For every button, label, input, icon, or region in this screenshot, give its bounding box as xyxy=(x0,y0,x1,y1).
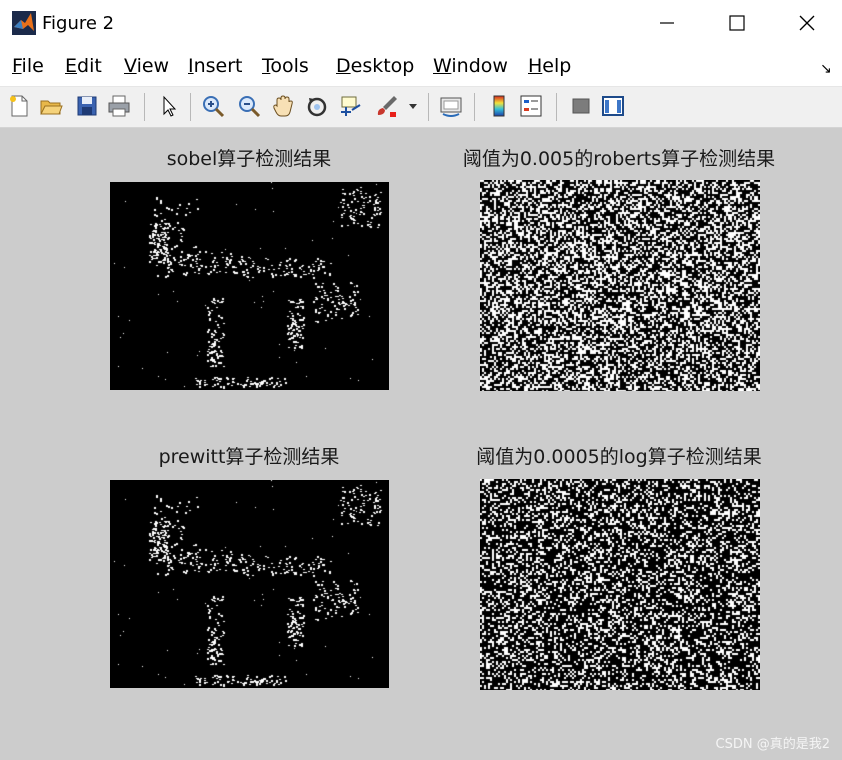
toolbar-separator xyxy=(144,93,145,121)
figure-canvas: sobel算子检测结果 阈值为0.005的roberts算子检测结果 prewi… xyxy=(0,128,842,760)
dock-arrow-icon[interactable]: ↘ xyxy=(820,60,832,77)
pan-icon[interactable] xyxy=(270,93,296,119)
menu-window[interactable]: Window xyxy=(433,55,508,77)
menu-help[interactable]: Help xyxy=(528,55,571,77)
toolbar-separator xyxy=(190,93,191,121)
title-bar: Figure 2 xyxy=(0,0,842,46)
menu-insert[interactable]: Insert xyxy=(188,55,243,77)
csdn-watermark: CSDN @真的是我2 xyxy=(715,737,830,752)
matlab-logo-icon xyxy=(12,11,36,35)
menu-desktop[interactable]: Desktop xyxy=(336,55,414,77)
menu-edit[interactable]: Edit xyxy=(65,55,102,77)
brush-icon[interactable] xyxy=(374,93,400,119)
menu-bar: File Edit View Insert Tools Desktop Wind… xyxy=(0,46,842,87)
save-icon[interactable] xyxy=(74,93,100,119)
subplot-title-prewitt: prewitt算子检测结果 xyxy=(158,446,340,468)
subplot-image-prewitt[interactable] xyxy=(110,480,389,688)
subplot-title-log: 阈值为0.0005的log算子检测结果 xyxy=(476,446,762,468)
minimize-button[interactable] xyxy=(632,0,702,46)
link-plot-icon[interactable] xyxy=(438,93,464,119)
hide-plot-tools-icon[interactable] xyxy=(568,93,594,119)
zoom-out-icon[interactable] xyxy=(236,93,262,119)
data-cursor-icon[interactable] xyxy=(338,93,364,119)
minimize-icon xyxy=(660,22,674,24)
menu-file[interactable]: File xyxy=(12,55,44,77)
toolbar-separator xyxy=(428,93,429,121)
toolbar-separator xyxy=(556,93,557,121)
brush-dropdown-icon[interactable] xyxy=(408,103,418,111)
window-title: Figure 2 xyxy=(42,13,115,34)
show-plot-tools-icon[interactable] xyxy=(600,93,626,119)
maximize-icon xyxy=(729,15,745,31)
close-icon xyxy=(799,15,815,31)
open-file-icon[interactable] xyxy=(38,93,64,119)
subplot-image-log[interactable] xyxy=(480,479,760,690)
legend-icon[interactable] xyxy=(518,93,544,119)
new-figure-icon[interactable] xyxy=(6,93,32,119)
rotate-3d-icon[interactable] xyxy=(304,93,330,119)
maximize-button[interactable] xyxy=(702,0,772,46)
toolbar-separator xyxy=(474,93,475,121)
print-icon[interactable] xyxy=(106,93,132,119)
menu-tools[interactable]: Tools xyxy=(262,55,309,77)
subplot-title-sobel: sobel算子检测结果 xyxy=(166,148,332,170)
figure-toolbar xyxy=(0,87,842,128)
subplot-title-roberts: 阈值为0.005的roberts算子检测结果 xyxy=(462,148,776,170)
subplot-image-roberts[interactable] xyxy=(480,180,760,391)
menu-view[interactable]: View xyxy=(124,55,169,77)
subplot-image-sobel[interactable] xyxy=(110,182,389,390)
pointer-icon[interactable] xyxy=(156,93,182,119)
zoom-in-icon[interactable] xyxy=(200,93,226,119)
colorbar-icon[interactable] xyxy=(486,93,512,119)
close-button[interactable] xyxy=(772,0,842,46)
